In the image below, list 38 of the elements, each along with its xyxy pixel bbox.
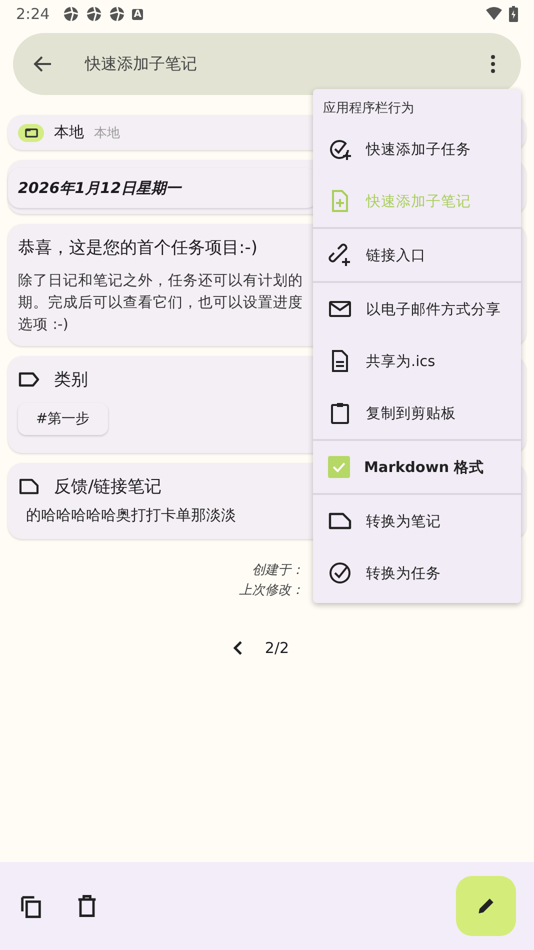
check-plus-icon <box>328 137 352 161</box>
app-notification-icon <box>62 6 79 22</box>
notification-badge: A <box>132 8 144 20</box>
screen-title: 快速添加子笔记 <box>85 54 198 74</box>
menu-item[interactable]: 链接入口 <box>313 229 521 281</box>
previous-icon[interactable] <box>232 640 243 656</box>
edit-fab[interactable] <box>456 876 516 936</box>
label-icon <box>18 371 40 388</box>
section-title: 反馈/链接笔记 <box>54 476 162 498</box>
battery-icon <box>509 6 518 22</box>
task-title: 恭喜，这是您的首个任务项目:-) <box>18 237 258 260</box>
wifi-icon <box>486 6 502 22</box>
category-chip[interactable]: #第一步 <box>18 403 108 436</box>
collection-name: 本地 <box>54 123 84 142</box>
menu-item[interactable]: Markdown 格式 <box>313 441 521 493</box>
modified-label: 上次修改： <box>239 582 304 600</box>
link-plus-icon <box>328 243 352 267</box>
folder-icon <box>18 124 44 142</box>
menu-item[interactable]: 转换为任务 <box>313 547 521 599</box>
menu-item[interactable]: 复制到剪贴板 <box>313 387 521 439</box>
section-title: 类别 <box>54 369 88 392</box>
note-icon <box>18 478 40 496</box>
checkbox[interactable] <box>328 456 350 478</box>
menu-item[interactable]: 以电子邮件方式分享 <box>313 283 521 335</box>
copy-icon[interactable] <box>18 893 44 919</box>
account-name: 本地 <box>94 124 120 142</box>
check-circle-icon <box>328 561 352 585</box>
menu-header: 应用程序栏行为 <box>322 100 415 118</box>
clock: 2:24 <box>16 5 50 23</box>
clipboard-icon <box>328 401 352 425</box>
menu-item[interactable]: 转换为笔记 <box>313 495 521 547</box>
task-description: 除了日记和笔记之外，任务还可以有计划的期。完成后可以查看它们，也可以设置进度选项 :-) <box>18 272 304 334</box>
created-label: 创建于： <box>252 562 304 580</box>
app-notification-icon <box>86 6 102 22</box>
menu-item[interactable]: 共享为.ics <box>313 335 521 387</box>
app-notification-icon <box>108 6 125 22</box>
more-menu-icon[interactable] <box>491 55 495 73</box>
page-indicator: 2/2 <box>264 639 290 658</box>
